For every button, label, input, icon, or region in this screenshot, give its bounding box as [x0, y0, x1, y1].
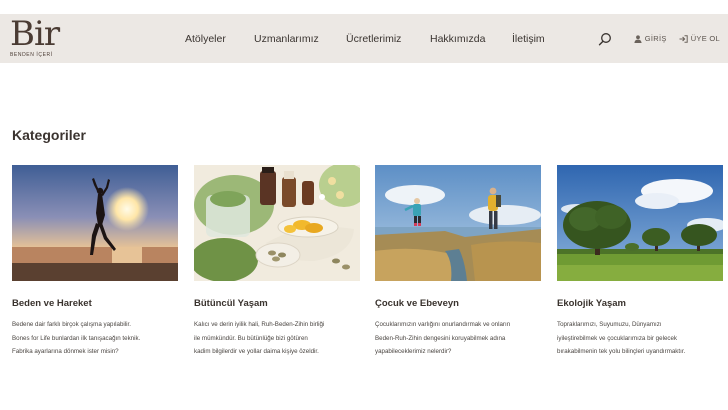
- nav-item-ucretlerimiz[interactable]: Ücretlerimiz: [346, 33, 401, 45]
- signup-link[interactable]: ÜYE OL: [679, 34, 720, 43]
- card-title-beden[interactable]: Beden ve Hareket: [12, 298, 178, 309]
- logo-wordmark: Bir: [10, 14, 60, 54]
- header-tools: GİRİŞ ÜYE OL: [598, 14, 720, 63]
- user-icon: [634, 34, 642, 43]
- desc-line: Çocuklarımızın varlığını onurlandırmak v…: [375, 321, 511, 328]
- logo-tagline: BENDEN İÇERİ: [10, 52, 53, 58]
- login-link[interactable]: GİRİŞ: [634, 34, 667, 43]
- category-card-butuncul: Bütüncül Yaşam Kalıcı ve derin iyilik ha…: [194, 165, 360, 359]
- desc-line: yapabileceklerimiz nelerdir?: [375, 348, 452, 355]
- category-card-beden: Beden ve Hareket Bedene dair farklı birç…: [12, 165, 178, 359]
- desc-line: Kalıcı ve derin iyilik hali, Ruh-Beden-Z…: [194, 321, 325, 328]
- card-image-beden[interactable]: [12, 165, 178, 281]
- desc-line: Bedene dair farklı birçok çalışma yapıla…: [12, 321, 131, 328]
- site-header: Bir BENDEN İÇERİ Atölyeler Uzmanlarımız …: [0, 14, 728, 63]
- nav-item-uzmanlarimiz[interactable]: Uzmanlarımız: [254, 33, 319, 45]
- section-title: Kategoriler: [12, 127, 86, 143]
- card-image-cocuk[interactable]: [375, 165, 541, 281]
- desc-line: ile mümkündür. Bu bütünlüğe bizi götüren: [194, 334, 308, 342]
- nav-item-hakkimizda[interactable]: Hakkımızda: [430, 33, 485, 45]
- card-title-cocuk[interactable]: Çocuk ve Ebeveyn: [375, 298, 541, 309]
- desc-line: kadim bilgilerdir ve yollar daima kişiye…: [194, 348, 319, 355]
- desc-line: Bones for Life bunlardan ilk tanışacağın…: [12, 334, 141, 342]
- desc-line: Beden-Ruh-Zihin dengesini koruyabilmek a…: [375, 334, 506, 342]
- top-spacer: [0, 0, 728, 14]
- desc-line: Topraklarımızı, Suyumuzu, Dünyamızı: [557, 321, 662, 328]
- search-icon[interactable]: [598, 32, 612, 46]
- card-desc-butuncul: Kalıcı ve derin iyilik hali, Ruh-Beden-Z…: [194, 318, 366, 359]
- desc-line: Fabrika ayarlarına dönmek ister misin?: [12, 348, 119, 355]
- card-desc-cocuk: Çocuklarımızın varlığını onurlandırmak v…: [375, 318, 547, 359]
- card-desc-ekolojik: Topraklarımızı, Suyumuzu, Dünyamızı iyil…: [557, 318, 728, 359]
- nav-item-iletisim[interactable]: İletişim: [512, 33, 545, 45]
- card-desc-beden: Bedene dair farklı birçok çalışma yapıla…: [12, 318, 184, 359]
- category-card-cocuk: Çocuk ve Ebeveyn Çocuklarımızın varlığın…: [375, 165, 541, 359]
- card-image-butuncul[interactable]: [194, 165, 360, 281]
- nav-item-atolyeler[interactable]: Atölyeler: [185, 33, 226, 45]
- sign-in-icon: [679, 34, 688, 43]
- card-image-ekolojik[interactable]: [557, 165, 723, 281]
- brand-logo[interactable]: Bir BENDEN İÇERİ: [10, 17, 70, 61]
- desc-line: bırakabilmenin tek yolu bilinçleri uyand…: [557, 348, 686, 355]
- desc-line: iyileştirebilmek ve çocuklarımıza bir ge…: [557, 334, 678, 342]
- signup-label: ÜYE OL: [690, 34, 720, 43]
- card-title-butuncul[interactable]: Bütüncül Yaşam: [194, 298, 360, 309]
- login-label: GİRİŞ: [644, 34, 667, 43]
- category-card-ekolojik: Ekolojik Yaşam Topraklarımızı, Suyumuzu,…: [557, 165, 723, 359]
- card-title-ekolojik[interactable]: Ekolojik Yaşam: [557, 298, 723, 309]
